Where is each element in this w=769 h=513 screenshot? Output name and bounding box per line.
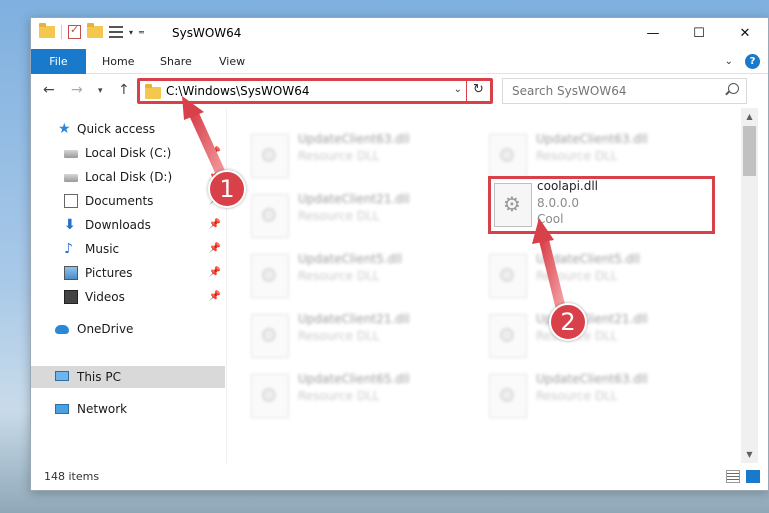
file-tile[interactable]: UpdateClient21.dll Resource DLL bbox=[489, 310, 699, 362]
tab-file[interactable]: File bbox=[31, 49, 86, 74]
folder-icon bbox=[39, 23, 55, 38]
address-folder-icon bbox=[145, 84, 161, 99]
network-icon bbox=[55, 404, 69, 414]
window-title: SysWOW64 bbox=[172, 26, 242, 40]
recent-locations-chevron-icon[interactable]: ▾ bbox=[98, 86, 103, 96]
file-tile[interactable]: UpdateClient21.dll Resource DLL bbox=[251, 190, 461, 242]
expand-ribbon-icon[interactable]: ⌄ bbox=[725, 56, 733, 67]
help-icon[interactable]: ? bbox=[745, 54, 760, 69]
downloads-icon: ⬇ bbox=[64, 217, 76, 233]
file-tile[interactable]: UpdateClient5.dll Resource DLL bbox=[251, 250, 461, 302]
forward-arrow-icon[interactable]: → bbox=[71, 82, 83, 98]
properties-check-icon[interactable] bbox=[68, 23, 81, 39]
disk-icon bbox=[64, 150, 78, 158]
item-count: 148 items bbox=[44, 470, 100, 483]
address-path[interactable]: C:\Windows\SysWOW64 bbox=[166, 84, 310, 98]
navigation-bar: ← → ▾ ↑ C:\Windows\SysWOW64 ⌄ ↻ bbox=[31, 75, 768, 107]
dll-file-icon bbox=[251, 194, 289, 238]
dll-file-icon bbox=[251, 314, 289, 358]
pictures-icon bbox=[64, 266, 78, 280]
dll-file-icon bbox=[494, 183, 532, 227]
nav-item-pictures[interactable]: Pictures 📌 bbox=[31, 262, 225, 284]
nav-item-downloads[interactable]: ⬇ Downloads 📌 bbox=[31, 214, 225, 236]
maximize-button[interactable]: ☐ bbox=[676, 18, 722, 49]
nav-item-local-disk-d[interactable]: Local Disk (D:) 📌 bbox=[31, 166, 225, 188]
ribbon-tabs: File Home Share View ⌄ ? bbox=[31, 49, 768, 74]
pin-icon[interactable]: 📌 bbox=[209, 262, 221, 284]
dll-file-icon bbox=[489, 314, 527, 358]
pin-icon[interactable]: 📌 bbox=[209, 286, 221, 308]
coolapi-file-tile[interactable]: coolapi.dll 8.0.0.0 Cool bbox=[488, 176, 715, 234]
search-icon[interactable] bbox=[728, 83, 739, 94]
scroll-thumb[interactable] bbox=[743, 126, 756, 176]
title-bar: ▾ ═ SysWOW64 — ☐ ✕ bbox=[31, 18, 768, 49]
view-toggle bbox=[726, 470, 760, 483]
status-bar: 148 items bbox=[31, 464, 768, 490]
star-icon: ★ bbox=[58, 121, 71, 137]
navigation-pane: ★ Quick access Local Disk (C:) 📌 Local D… bbox=[31, 108, 225, 463]
properties-icon[interactable] bbox=[109, 26, 123, 38]
pin-icon[interactable]: 📌 bbox=[209, 214, 221, 236]
file-tile[interactable]: UpdateClient63.dll Resource DLL bbox=[489, 130, 699, 182]
nav-item-onedrive[interactable]: OneDrive bbox=[31, 318, 225, 340]
chevron-down-icon[interactable]: ▾ bbox=[129, 28, 133, 37]
music-icon: ♪ bbox=[64, 241, 73, 257]
refresh-icon[interactable]: ↻ bbox=[466, 78, 490, 104]
details-view-icon[interactable] bbox=[726, 470, 740, 483]
search-box[interactable] bbox=[502, 78, 747, 104]
file-tile[interactable]: UpdateClient65.dll Resource DLL bbox=[251, 370, 461, 422]
file-tile[interactable]: UpdateClient63.dll Resource DLL bbox=[489, 370, 699, 422]
tab-home[interactable]: Home bbox=[102, 49, 134, 74]
file-tile[interactable]: UpdateClient21.dll Resource DLL bbox=[251, 310, 461, 362]
nav-item-network[interactable]: Network bbox=[31, 398, 225, 420]
vertical-scrollbar[interactable]: ▲ ▼ bbox=[741, 108, 758, 463]
minimize-button[interactable]: — bbox=[630, 18, 676, 49]
dll-file-icon bbox=[251, 374, 289, 418]
large-icons-view-icon[interactable] bbox=[746, 470, 760, 483]
nav-item-videos[interactable]: Videos 📌 bbox=[31, 286, 225, 308]
file-list: UpdateClient63.dll Resource DLL UpdateCl… bbox=[227, 108, 740, 463]
scroll-down-icon[interactable]: ▼ bbox=[741, 446, 758, 463]
nav-item-documents[interactable]: Documents 📌 bbox=[31, 190, 225, 212]
tab-view[interactable]: View bbox=[219, 49, 245, 74]
nav-item-music[interactable]: ♪ Music 📌 bbox=[31, 238, 225, 260]
dll-file-icon bbox=[489, 134, 527, 178]
callout-badge-2: 2 bbox=[549, 303, 587, 341]
this-pc-icon bbox=[55, 371, 69, 381]
address-dropdown-icon[interactable]: ⌄ bbox=[454, 84, 462, 95]
pin-icon[interactable]: 📌 bbox=[209, 238, 221, 260]
scroll-up-icon[interactable]: ▲ bbox=[741, 108, 758, 125]
callout-badge-1: 1 bbox=[208, 170, 246, 208]
videos-icon bbox=[64, 290, 78, 304]
tab-share[interactable]: Share bbox=[160, 49, 192, 74]
dll-file-icon bbox=[489, 374, 527, 418]
search-input[interactable] bbox=[503, 79, 713, 103]
address-bar[interactable]: C:\Windows\SysWOW64 ⌄ ↻ bbox=[137, 78, 493, 104]
new-folder-icon[interactable] bbox=[87, 23, 103, 38]
disk-icon bbox=[64, 174, 78, 182]
close-button[interactable]: ✕ bbox=[722, 18, 768, 49]
dll-file-icon bbox=[251, 134, 289, 178]
nav-item-this-pc[interactable]: This PC bbox=[31, 366, 225, 388]
onedrive-icon bbox=[55, 325, 69, 334]
up-arrow-icon[interactable]: ↑ bbox=[118, 82, 130, 98]
documents-icon bbox=[64, 194, 78, 208]
dll-file-icon bbox=[489, 254, 527, 298]
pin-icon[interactable]: 📌 bbox=[209, 142, 221, 164]
dll-file-icon bbox=[251, 254, 289, 298]
window-controls: — ☐ ✕ bbox=[630, 18, 768, 49]
file-tile[interactable]: UpdateClient5.dll Resource DLL bbox=[489, 250, 699, 302]
file-tile[interactable]: UpdateClient63.dll Resource DLL bbox=[251, 130, 461, 182]
explorer-window: ▾ ═ SysWOW64 — ☐ ✕ File Home Share View … bbox=[30, 17, 769, 491]
ribbon-right-controls: ⌄ ? bbox=[725, 54, 760, 69]
back-arrow-icon[interactable]: ← bbox=[43, 82, 55, 98]
nav-item-quick-access[interactable]: ★ Quick access bbox=[31, 118, 225, 140]
quick-access-toolbar: ▾ ═ bbox=[39, 23, 144, 39]
toolbar-divider bbox=[61, 25, 62, 39]
nav-item-local-disk-c[interactable]: Local Disk (C:) 📌 bbox=[31, 142, 225, 164]
customize-toolbar-icon[interactable]: ═ bbox=[139, 28, 144, 37]
